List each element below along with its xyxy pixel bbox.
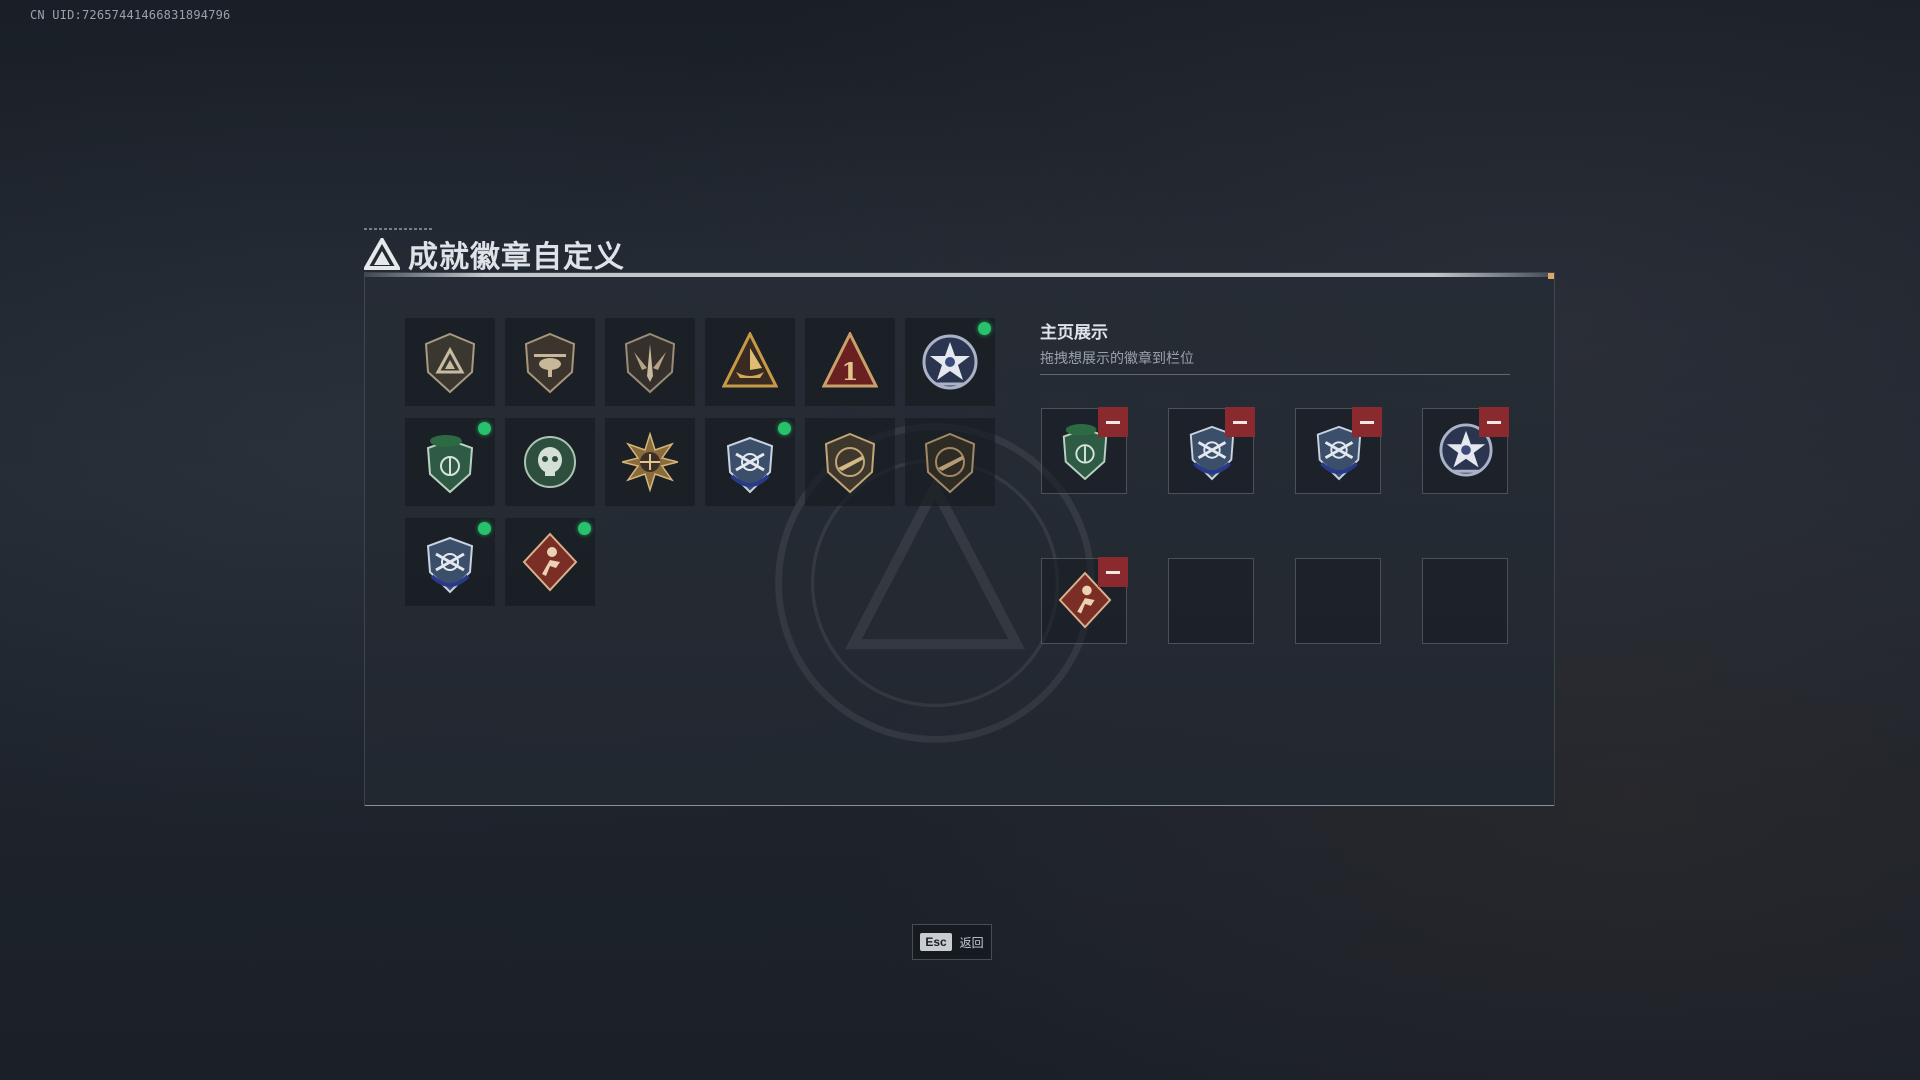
minus-icon: [1106, 420, 1120, 424]
showcase-title: 主页展示: [1040, 323, 1108, 343]
triangle-logo-icon: [364, 238, 400, 270]
back-button[interactable]: Esc 返回: [912, 924, 992, 960]
page-title: 成就徽章自定义: [408, 240, 625, 275]
badge-tile[interactable]: [505, 518, 595, 606]
new-indicator-dot: [478, 522, 491, 535]
badge-tile[interactable]: [605, 318, 695, 406]
showcase-slot-empty[interactable]: [1168, 558, 1254, 644]
showcase-divider: [1040, 374, 1510, 375]
panel-top-bar: [365, 273, 1554, 279]
new-indicator-dot: [778, 422, 791, 435]
showcase-slot-empty[interactable]: [1422, 558, 1508, 644]
new-indicator-dot: [478, 422, 491, 435]
page-header: 成就徽章自定义: [364, 232, 625, 276]
dark-gun-shield-icon: [924, 432, 976, 494]
minus-icon: [1360, 420, 1374, 424]
new-indicator-dot: [978, 322, 991, 335]
remove-badge-button[interactable]: [1098, 557, 1128, 587]
svg-text:1: 1: [842, 357, 859, 386]
showcase-slot-filled[interactable]: [1168, 407, 1255, 494]
badge-tile[interactable]: [805, 418, 895, 506]
badge-tile[interactable]: [405, 418, 495, 506]
esc-key-hint: Esc: [920, 933, 952, 951]
badge-tile[interactable]: [405, 318, 495, 406]
badge-tile[interactable]: [505, 318, 595, 406]
gold-sunburst-eagle-icon: [622, 432, 678, 493]
helicopter-shield-icon: [524, 332, 576, 394]
green-beret-shield-icon: [426, 435, 474, 494]
minus-icon: [1106, 570, 1120, 574]
new-indicator-dot: [578, 522, 591, 535]
badge-tile[interactable]: [705, 418, 795, 506]
badge-tile[interactable]: [505, 418, 595, 506]
gold-ship-triangle-icon: [722, 332, 778, 388]
minus-icon: [1487, 420, 1501, 424]
panel-bottom-line: [365, 805, 1554, 806]
badge-tile[interactable]: [605, 418, 695, 506]
badge-tile[interactable]: [905, 318, 995, 406]
badge-tile[interactable]: [705, 318, 795, 406]
remove-badge-button[interactable]: [1479, 407, 1509, 437]
blue-rifle-shield-icon: [426, 536, 474, 594]
red-soldier-diamond-icon: [522, 532, 578, 592]
badge-tile[interactable]: [905, 418, 995, 506]
showcase-slot-filled[interactable]: [1041, 557, 1128, 644]
title-decoration: [364, 228, 434, 230]
badge-customization-panel: 1 主页展示 拖拽想展示的徽章到栏位: [364, 272, 1555, 806]
back-label: 返回: [959, 935, 984, 950]
blue-rifle-shield-icon: [726, 436, 774, 494]
star-round-badge-icon: [922, 334, 978, 390]
badge-tile[interactable]: 1: [805, 318, 895, 406]
red-number-one-triangle-icon: 1: [822, 332, 878, 388]
badge-tile[interactable]: [405, 518, 495, 606]
minus-icon: [1233, 420, 1247, 424]
showcase-subtitle: 拖拽想展示的徽章到栏位: [1040, 351, 1194, 367]
remove-badge-button[interactable]: [1225, 407, 1255, 437]
remove-badge-button[interactable]: [1352, 407, 1382, 437]
uid-label: CN UID:726574414668318947​96: [30, 8, 231, 22]
showcase-slot-filled[interactable]: [1422, 407, 1509, 494]
bronze-gun-shield-icon: [824, 432, 876, 494]
showcase-header: 主页展示 拖拽想展示的徽章到栏位: [1040, 318, 1510, 368]
showcase-slot-filled[interactable]: [1295, 407, 1382, 494]
showcase-slot-empty[interactable]: [1295, 558, 1381, 644]
bronze-triangle-shield-icon: [424, 332, 476, 394]
showcase-slot-filled[interactable]: [1041, 407, 1128, 494]
remove-badge-button[interactable]: [1098, 407, 1128, 437]
green-skull-badge-icon: [524, 436, 576, 488]
sword-wing-shield-icon: [624, 332, 676, 394]
